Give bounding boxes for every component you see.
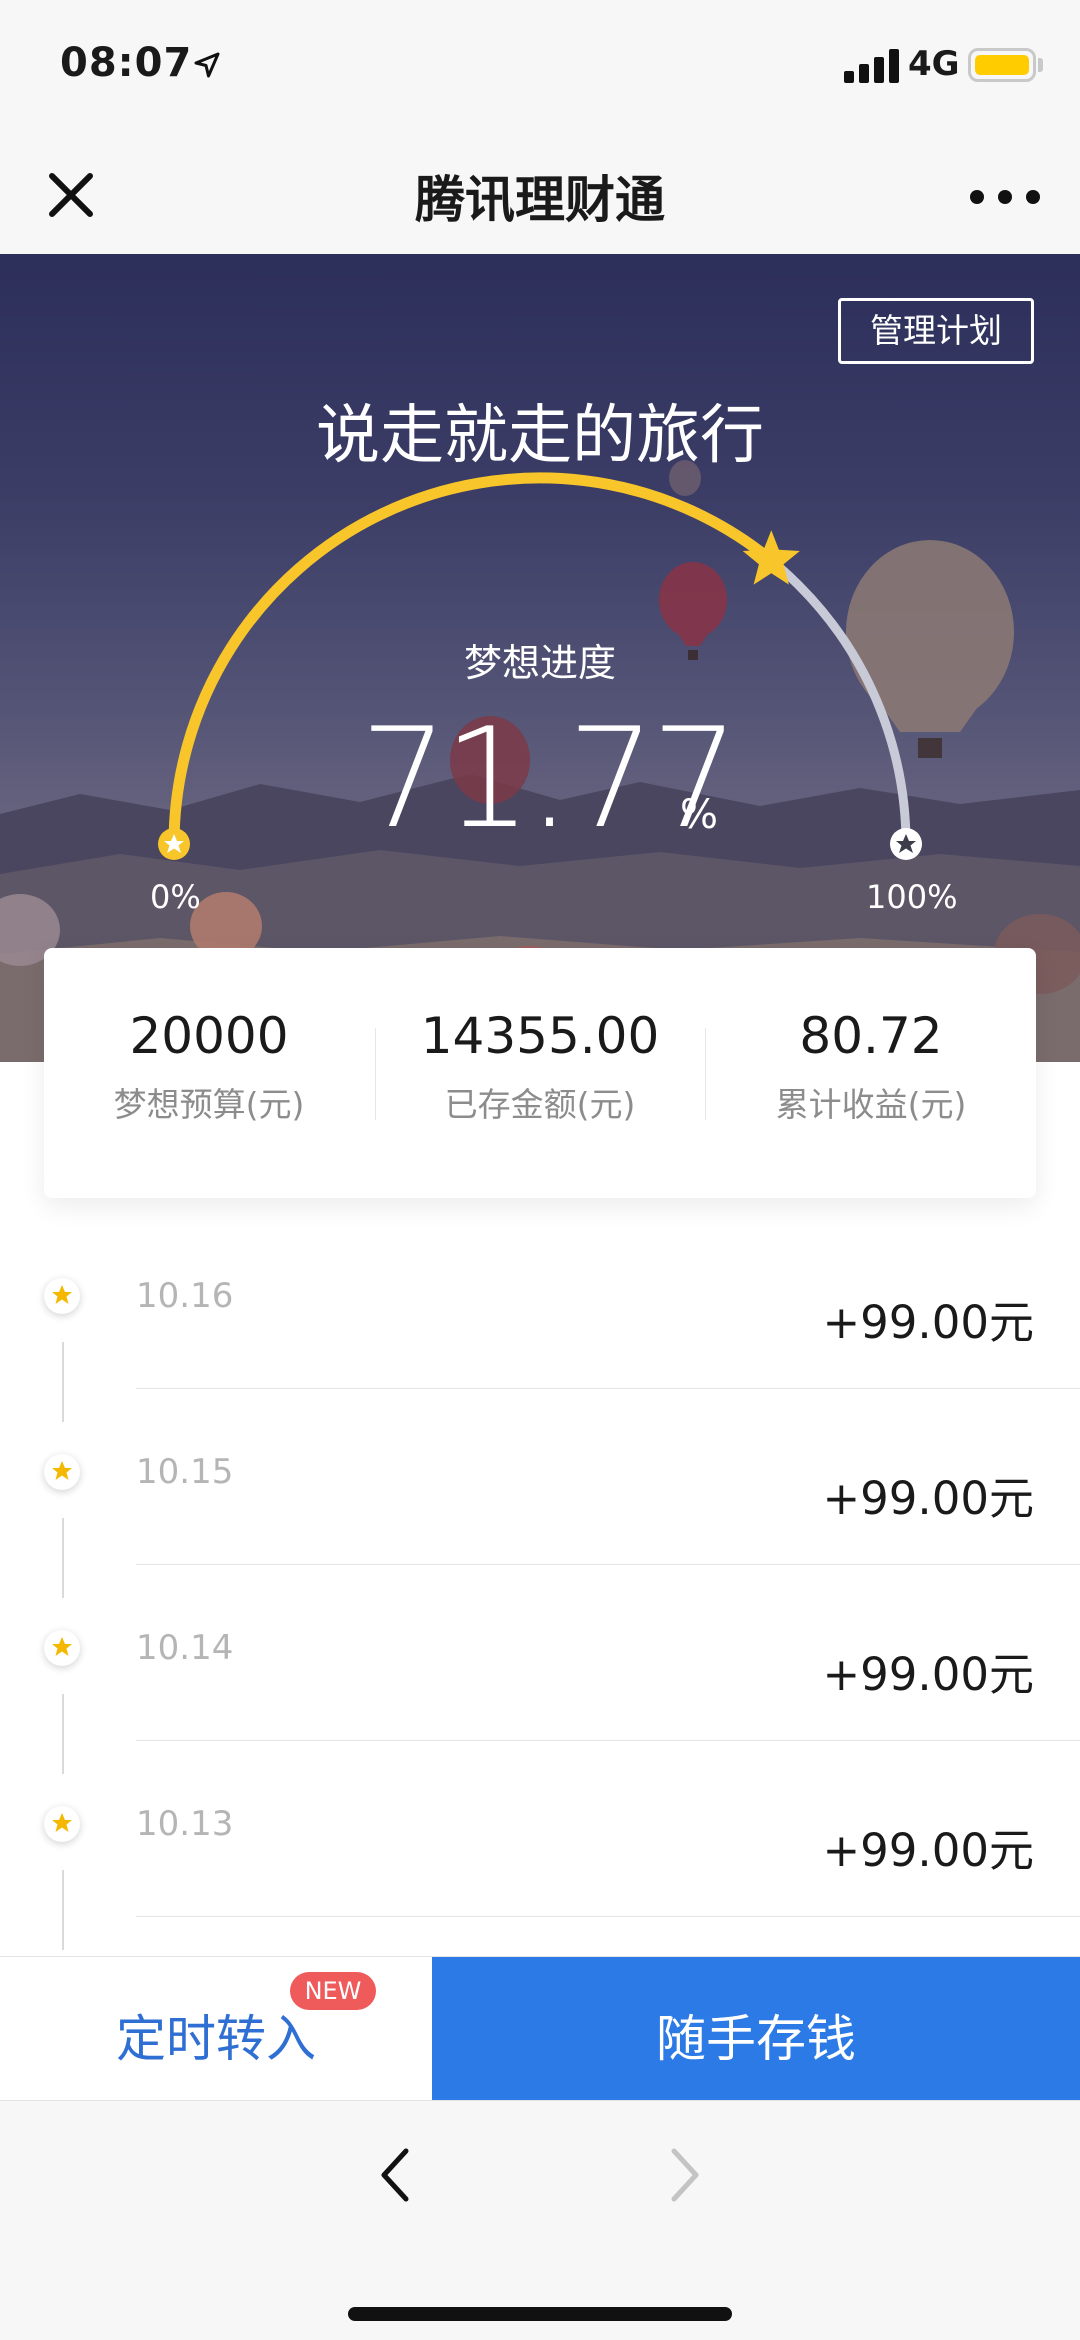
progress-label: 梦想进度 xyxy=(463,641,616,685)
record-amount: +99.00元 xyxy=(822,1296,1034,1349)
star-icon xyxy=(44,1454,80,1490)
summary-label: 累计收益(元) xyxy=(775,1085,967,1124)
record-date: 10.16 xyxy=(136,1276,234,1316)
divider xyxy=(136,1388,1080,1389)
progress-value: 71.77 xyxy=(360,698,739,859)
summary-value: 20000 xyxy=(129,1007,289,1065)
list-item[interactable]: 10.15 +99.00元 xyxy=(0,1406,1080,1598)
list-item[interactable]: 10.14 +99.00元 xyxy=(0,1582,1080,1774)
summary-card: 20000 梦想预算(元) 14355.00 已存金额(元) 80.72 累计收… xyxy=(44,948,1036,1198)
divider xyxy=(136,1740,1080,1741)
list-item[interactable]: 10.16 +99.00元 xyxy=(0,1230,1080,1422)
bottom-actions: 定时转入 NEW 随手存钱 xyxy=(0,1956,1080,2101)
status-bar: 08:07 4G xyxy=(0,0,1080,132)
star-icon xyxy=(44,1806,80,1842)
scale-end-label: 100% xyxy=(866,878,958,916)
summary-budget: 20000 梦想预算(元) xyxy=(44,1006,374,1126)
record-amount: +99.00元 xyxy=(822,1472,1034,1525)
star-icon xyxy=(44,1630,80,1666)
chevron-right-icon[interactable] xyxy=(658,2143,710,2207)
location-arrow-icon xyxy=(194,52,220,78)
scheduled-transfer-button[interactable]: 定时转入 NEW xyxy=(0,1957,432,2101)
summary-value: 80.72 xyxy=(799,1007,943,1065)
deposit-button[interactable]: 随手存钱 xyxy=(432,1957,1080,2101)
summary-label: 已存金额(元) xyxy=(444,1085,636,1124)
battery-icon xyxy=(968,48,1036,82)
divider xyxy=(136,1916,1080,1917)
battery-tip xyxy=(1038,58,1043,72)
new-badge: NEW xyxy=(290,1972,376,2010)
network-type: 4G xyxy=(908,44,960,84)
status-time: 08:07 xyxy=(60,40,193,86)
more-dots-icon[interactable] xyxy=(970,190,1040,204)
record-amount: +99.00元 xyxy=(822,1648,1034,1701)
signal-bars-icon xyxy=(844,49,900,83)
scheduled-transfer-label: 定时转入 xyxy=(116,2010,316,2068)
progress-unit: % xyxy=(680,792,719,838)
record-date: 10.15 xyxy=(136,1452,234,1492)
star-icon xyxy=(44,1278,80,1314)
summary-earnings: 80.72 累计收益(元) xyxy=(706,1006,1036,1126)
page-title: 腾讯理财通 xyxy=(415,171,665,229)
divider xyxy=(136,1564,1080,1565)
scale-start-label: 0% xyxy=(150,878,201,916)
nav-bar: 腾讯理财通 xyxy=(0,132,1080,255)
list-item[interactable]: 10.13 +99.00元 xyxy=(0,1758,1080,1950)
timeline-line xyxy=(62,1870,64,1950)
home-indicator xyxy=(348,2307,732,2321)
browser-toolbar xyxy=(0,2100,1080,2340)
summary-label: 梦想预算(元) xyxy=(113,1085,305,1124)
record-amount: +99.00元 xyxy=(822,1824,1034,1877)
deposit-label: 随手存钱 xyxy=(656,2010,856,2068)
record-date: 10.14 xyxy=(136,1628,234,1668)
record-date: 10.13 xyxy=(136,1804,234,1844)
summary-value: 14355.00 xyxy=(420,1007,660,1065)
summary-saved: 14355.00 已存金额(元) xyxy=(375,1006,705,1126)
chevron-left-icon[interactable] xyxy=(370,2143,422,2207)
hero-banner: 管理计划 说走就走的旅行 梦想进度 71.77 % 0% 100% xyxy=(0,254,1080,1062)
